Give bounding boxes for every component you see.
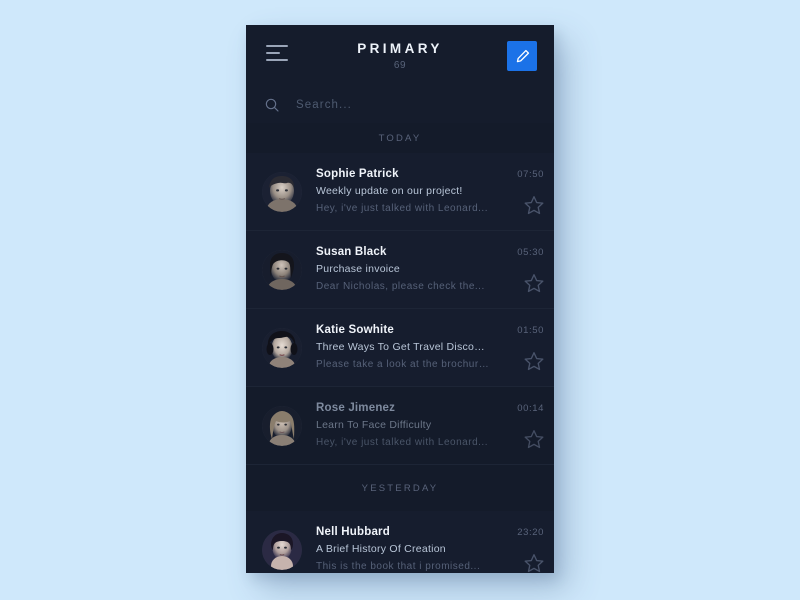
mail-time: 00:14 (517, 403, 544, 414)
app-header: PRIMARY 69 (246, 25, 554, 87)
mail-time: 05:30 (517, 247, 544, 258)
mail-meta: 05:30 (498, 231, 554, 308)
search-input[interactable] (296, 99, 536, 111)
avatar-sophie-patrick (262, 171, 302, 212)
avatar (262, 327, 302, 368)
mail-meta: 01:50 (498, 309, 554, 386)
mail-time: 01:50 (517, 325, 544, 336)
pencil-icon (516, 49, 529, 62)
mail-subject: Learn To Face Difficulty (316, 419, 432, 431)
search-bar[interactable] (246, 87, 554, 123)
mail-preview: Please take a look at the brochure... (316, 359, 490, 370)
hamburger-line-3 (266, 59, 288, 61)
avatar (262, 529, 302, 570)
mail-preview: Dear Nicholas, please check the... (316, 281, 485, 292)
avatar-nell-hubbard (262, 529, 302, 570)
section-header-today: TODAY (246, 123, 554, 153)
mail-preview: Hey, i've just talked with Leonard... (316, 203, 488, 214)
compose-button[interactable] (507, 41, 537, 71)
mail-sender: Nell Hubbard (316, 526, 390, 538)
mail-subject: Three Ways To Get Travel Discounts (316, 341, 490, 353)
mail-subject: A Brief History Of Creation (316, 543, 446, 555)
mail-row[interactable]: Sophie Patrick Weekly update on our proj… (246, 153, 554, 231)
avatar (262, 171, 302, 212)
mail-time: 23:20 (517, 527, 544, 538)
mail-sender: Susan Black (316, 246, 387, 258)
star-outline-icon (524, 554, 544, 573)
star-button[interactable] (523, 428, 545, 450)
mail-subject: Purchase invoice (316, 263, 400, 275)
mail-row[interactable]: Rose Jimenez Learn To Face Difficulty He… (246, 387, 554, 465)
mail-list: TODAY Sophie Patrick Weekly update on ou… (246, 123, 554, 573)
mail-sender: Katie Sowhite (316, 324, 395, 336)
mail-meta: 07:50 (498, 153, 554, 230)
mail-content: Sophie Patrick Weekly update on our proj… (316, 166, 498, 217)
mail-row[interactable]: Susan Black Purchase invoice Dear Nichol… (246, 231, 554, 309)
avatar-katie-sowhite (262, 327, 302, 368)
star-outline-icon (524, 430, 544, 449)
avatar-rose-jimenez (262, 405, 302, 446)
mail-sender: Rose Jimenez (316, 402, 396, 414)
star-button[interactable] (523, 272, 545, 294)
star-outline-icon (524, 274, 544, 293)
mail-row[interactable]: Katie Sowhite Three Ways To Get Travel D… (246, 309, 554, 387)
mail-row[interactable]: Nell Hubbard A Brief History Of Creation… (246, 511, 554, 573)
mail-content: Rose Jimenez Learn To Face Difficulty He… (316, 400, 498, 451)
star-button[interactable] (523, 350, 545, 372)
search-icon (265, 98, 279, 112)
mail-meta: 00:14 (498, 387, 554, 464)
mail-content: Nell Hubbard A Brief History Of Creation… (316, 524, 498, 573)
hamburger-line-1 (266, 45, 288, 47)
mail-meta: 23:20 (498, 511, 554, 573)
star-button[interactable] (523, 194, 545, 216)
star-button[interactable] (523, 552, 545, 573)
mail-preview: This is the book that i promised... (316, 561, 481, 572)
mail-content: Susan Black Purchase invoice Dear Nichol… (316, 244, 498, 295)
phone-frame: PRIMARY 69 TODAY (246, 25, 554, 573)
mail-time: 07:50 (517, 169, 544, 180)
hamburger-line-2 (266, 52, 280, 54)
star-outline-icon (524, 352, 544, 371)
hamburger-icon[interactable] (266, 45, 288, 63)
mail-preview: Hey, i've just talked with Leonard... (316, 437, 488, 448)
mail-subject: Weekly update on our project! (316, 185, 463, 197)
mail-sender: Sophie Patrick (316, 168, 399, 180)
section-header-yesterday: YESTERDAY (246, 465, 554, 511)
avatar (262, 405, 302, 446)
mail-content: Katie Sowhite Three Ways To Get Travel D… (316, 322, 498, 373)
star-outline-icon (524, 196, 544, 215)
avatar-susan-black (262, 249, 302, 290)
page-canvas: PRIMARY 69 TODAY (0, 0, 800, 600)
avatar (262, 249, 302, 290)
